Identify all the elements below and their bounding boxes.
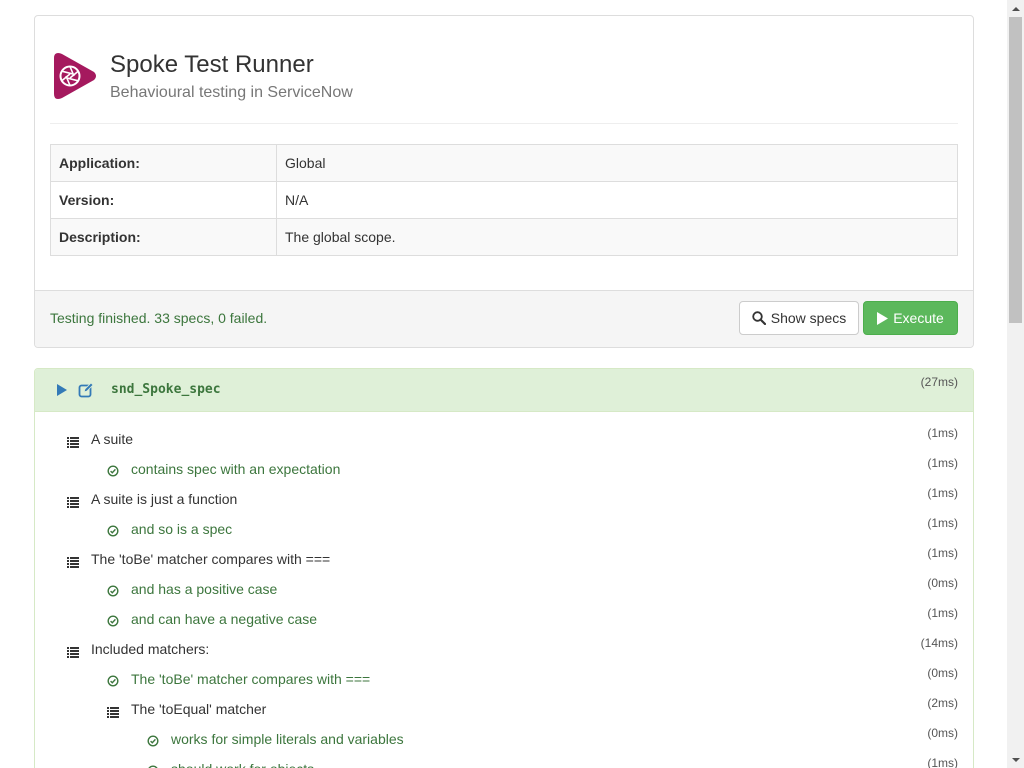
list-icon xyxy=(67,645,79,658)
info-value: The global scope. xyxy=(276,218,958,256)
list-icon xyxy=(67,555,79,568)
info-row-version: Version: N/A xyxy=(50,181,958,219)
info-value: N/A xyxy=(276,181,958,219)
duration-label: (1ms) xyxy=(927,546,958,560)
duration-label: (1ms) xyxy=(927,486,958,500)
spec-file-name[interactable]: snd_Spoke_spec xyxy=(111,382,221,397)
show-specs-button[interactable]: Show specs xyxy=(739,301,859,335)
duration-label: (0ms) xyxy=(927,576,958,590)
list-icon xyxy=(67,495,79,508)
list-icon xyxy=(107,705,119,718)
spec-row: works for simple literals and variables (… xyxy=(35,723,973,753)
scroll-up-arrow[interactable] xyxy=(1007,0,1024,17)
check-circle-icon xyxy=(107,584,119,597)
edit-icon[interactable] xyxy=(78,382,94,398)
suite-row: A suite is just a function (1ms) xyxy=(35,483,973,513)
suite-row: The 'toEqual' matcher (2ms) xyxy=(35,693,973,723)
suite-row: A suite (1ms) xyxy=(35,423,973,453)
check-circle-icon xyxy=(147,764,159,768)
check-circle-icon xyxy=(107,524,119,537)
search-icon xyxy=(752,311,766,325)
duration-label: (14ms) xyxy=(920,636,958,650)
app-info-table: Application: Global Version: N/A Descrip… xyxy=(50,144,958,256)
suite-label: A suite xyxy=(91,431,134,447)
check-circle-icon xyxy=(107,614,119,627)
runner-footer: Testing finished. 33 specs, 0 failed. Sh… xyxy=(35,290,973,347)
spec-label: contains spec with an expectation xyxy=(131,461,341,477)
spec-label: and so is a spec xyxy=(131,521,233,537)
duration-label: (1ms) xyxy=(927,426,958,440)
execute-label: Execute xyxy=(893,310,944,326)
info-label: Version: xyxy=(50,181,277,219)
info-row-description: Description: The global scope. xyxy=(50,218,958,256)
suite-label: The 'toBe' matcher compares with === xyxy=(91,551,331,567)
suite-row: Included matchers: (14ms) xyxy=(35,633,973,663)
check-circle-icon xyxy=(107,464,119,477)
check-circle-icon xyxy=(147,734,159,747)
run-spec-icon[interactable] xyxy=(57,384,67,396)
scroll-thumb[interactable] xyxy=(1009,17,1022,323)
spec-row: and can have a negative case (1ms) xyxy=(35,603,973,633)
duration-label: (2ms) xyxy=(927,696,958,710)
spec-label: should work for objects xyxy=(171,761,314,768)
test-status-text: Testing finished. 33 specs, 0 failed. xyxy=(50,310,268,326)
duration-label: (1ms) xyxy=(927,756,958,768)
list-icon xyxy=(67,435,79,448)
suite-row: The 'toBe' matcher compares with === (1ms… xyxy=(35,543,973,573)
page: Spoke Test Runner Behavioural testing in… xyxy=(0,0,1024,768)
play-icon xyxy=(877,311,889,325)
spec-row: should work for objects (1ms) xyxy=(35,753,973,768)
duration-label: (0ms) xyxy=(927,726,958,740)
vertical-scrollbar[interactable] xyxy=(1007,0,1024,768)
check-circle-icon xyxy=(107,674,119,687)
scroll-down-arrow[interactable] xyxy=(1007,751,1024,768)
suite-label: The 'toEqual' matcher xyxy=(131,701,267,717)
spec-row: and so is a spec (1ms) xyxy=(35,513,973,543)
spec-label: and has a positive case xyxy=(131,581,278,597)
info-label: Description: xyxy=(50,218,277,256)
spec-row: The 'toBe' matcher compares with === (0ms… xyxy=(35,663,973,693)
spec-label: The 'toBe' matcher compares with === xyxy=(131,671,371,687)
info-value: Global xyxy=(276,144,958,182)
info-label: Application: xyxy=(50,144,277,182)
spoke-logo xyxy=(54,53,96,99)
suite-label: Included matchers: xyxy=(91,641,210,657)
duration-label: (1ms) xyxy=(927,456,958,470)
spec-row: contains spec with an expectation (1ms) xyxy=(35,453,973,483)
spec-results-panel: snd_Spoke_spec (27ms) A suite (1ms) contai… xyxy=(34,368,974,768)
execute-button[interactable]: Execute xyxy=(863,301,958,335)
duration-label: (1ms) xyxy=(927,516,958,530)
spec-label: and can have a negative case xyxy=(131,611,318,627)
runner-panel: Spoke Test Runner Behavioural testing in… xyxy=(34,15,974,348)
spec-label: works for simple literals and variables xyxy=(171,731,404,747)
spec-row: and has a positive case (0ms) xyxy=(35,573,973,603)
show-specs-label: Show specs xyxy=(770,310,847,326)
app-subtitle: Behavioural testing in ServiceNow xyxy=(110,84,353,101)
app-title: Spoke Test Runner xyxy=(110,51,314,78)
info-row-application: Application: Global xyxy=(50,144,958,182)
suite-label: A suite is just a function xyxy=(91,491,238,507)
spec-file-time: (27ms) xyxy=(920,375,958,389)
duration-label: (1ms) xyxy=(927,606,958,620)
runner-header: Spoke Test Runner Behavioural testing in… xyxy=(50,16,958,124)
duration-label: (0ms) xyxy=(927,666,958,680)
spec-file-header: snd_Spoke_spec (27ms) xyxy=(35,369,973,412)
